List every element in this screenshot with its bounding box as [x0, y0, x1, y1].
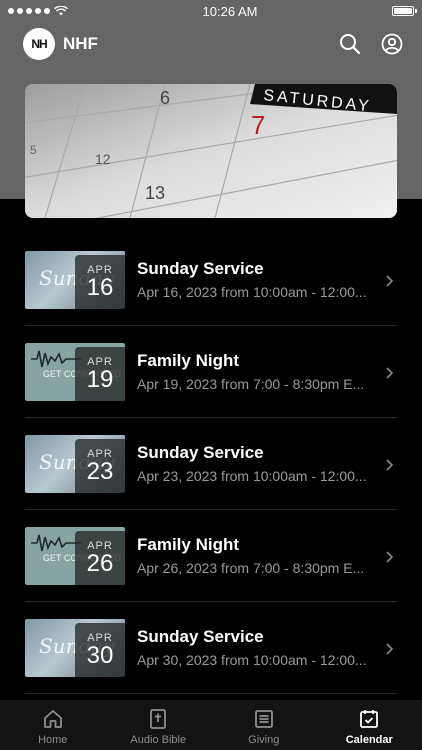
- app-title: NHF: [63, 34, 98, 53]
- event-thumbnail: SundayAPR30: [25, 618, 125, 677]
- tab-calendar[interactable]: Calendar: [317, 700, 422, 746]
- bible-icon: [150, 709, 167, 729]
- event-subtitle: Apr 26, 2023 from 7:00 - 8:30pm E...: [137, 560, 365, 576]
- tab-giving-label: Giving: [248, 734, 280, 746]
- event-item[interactable]: SundayAPR23 Sunday Service Apr 23, 2023 fr…: [25, 418, 397, 510]
- banner-number: 12: [95, 151, 111, 167]
- event-item[interactable]: SundayAPR30 Sunday Service Apr 30, 2023 fr…: [25, 602, 397, 694]
- event-title: Family Night: [137, 535, 240, 554]
- signal-dots-icon: [8, 8, 50, 14]
- event-item[interactable]: GET CONNECTEDAPR19 Family Night Apr 19, 20…: [25, 326, 397, 418]
- search-button[interactable]: [338, 32, 362, 56]
- event-day: 26: [86, 549, 114, 577]
- wifi-icon: [54, 6, 68, 16]
- banner-number: 5: [30, 143, 37, 157]
- event-title: Sunday Service: [137, 443, 264, 462]
- banner-number-red: 7: [251, 110, 265, 140]
- event-date-badge: APR 19: [75, 346, 125, 401]
- chevron-right-icon: [385, 366, 394, 384]
- chevron-right-icon: [385, 550, 394, 568]
- calendar-banner-image[interactable]: SATURDAY 6 7 12 13 5: [25, 84, 397, 218]
- event-thumbnail: GET CONNECTEDAPR26: [25, 526, 125, 585]
- event-date-badge: APR 23: [75, 438, 125, 493]
- event-day: 30: [86, 641, 114, 669]
- app-logo[interactable]: NH: [23, 28, 55, 60]
- waveform-icon: [31, 350, 81, 367]
- event-day: 16: [86, 273, 114, 301]
- chevron-right-icon: [385, 642, 394, 660]
- calendar-icon: [360, 710, 379, 728]
- event-date-badge: APR 26: [75, 530, 125, 585]
- chevron-right-icon: [385, 274, 394, 292]
- event-title: Family Night: [137, 351, 240, 370]
- event-day: 23: [86, 457, 114, 485]
- tab-audio-bible[interactable]: Audio Bible: [106, 700, 211, 746]
- banner-number: 13: [145, 183, 165, 203]
- event-thumbnail: SundayAPR23: [25, 434, 125, 493]
- chevron-right-icon: [385, 458, 394, 476]
- tab-calendar-label: Calendar: [345, 734, 393, 746]
- event-day: 19: [86, 365, 114, 393]
- tab-giving[interactable]: Giving: [211, 700, 316, 746]
- event-title: Sunday Service: [137, 627, 264, 646]
- event-item[interactable]: SundayAPR16 Sunday Service Apr 16, 2023 fr…: [25, 234, 397, 326]
- battery-icon: [392, 6, 417, 16]
- banner-number: 6: [160, 88, 170, 108]
- profile-icon: [381, 33, 403, 55]
- status-time: 10:26 AM: [202, 3, 258, 19]
- event-subtitle: Apr 23, 2023 from 10:00am - 12:00...: [137, 468, 367, 484]
- giving-icon: [254, 710, 273, 728]
- signal-indicator: [0, 6, 68, 16]
- tab-home[interactable]: Home: [0, 700, 105, 746]
- tab-audio-bible-label: Audio Bible: [130, 734, 187, 746]
- event-date-badge: APR 30: [75, 622, 125, 677]
- event-subtitle: Apr 19, 2023 from 7:00 - 8:30pm E...: [137, 376, 365, 392]
- status-bar: 10:26 AM: [0, 0, 422, 22]
- event-item[interactable]: GET CONNECTEDAPR26 Family Night Apr 26, 20…: [25, 510, 397, 602]
- event-date-badge: APR 16: [75, 254, 125, 309]
- event-thumbnail: GET CONNECTEDAPR19: [25, 342, 125, 401]
- waveform-icon: [31, 534, 81, 551]
- profile-button[interactable]: [380, 32, 404, 56]
- event-subtitle: Apr 16, 2023 from 10:00am - 12:00...: [137, 284, 367, 300]
- event-list: SundayAPR16 Sunday Service Apr 16, 2023 fr…: [25, 234, 397, 694]
- search-icon: [340, 34, 361, 55]
- event-title: Sunday Service: [137, 259, 264, 278]
- calendar-photo: SATURDAY 6 7 12 13 5: [25, 84, 397, 218]
- app-header: NH NHF: [0, 22, 422, 66]
- event-subtitle: Apr 30, 2023 from 10:00am - 12:00...: [137, 652, 367, 668]
- tab-bar: Home Audio Bible Giving Calendar: [0, 700, 422, 750]
- tab-home-label: Home: [38, 734, 68, 746]
- event-thumbnail: SundayAPR16: [25, 250, 125, 309]
- home-icon: [43, 710, 62, 728]
